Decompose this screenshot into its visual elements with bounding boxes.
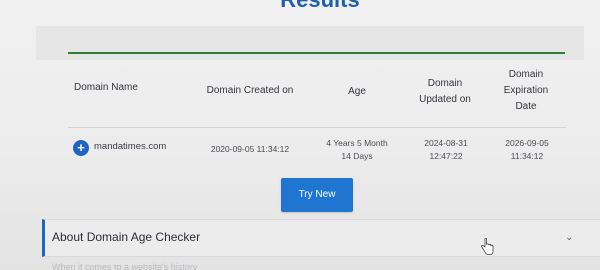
domain-name-cell[interactable]: mandatimes.com — [94, 141, 166, 153]
cell-age-line1: 4 Years 5 Month — [326, 138, 388, 148]
header-expiration-line2: Expiration — [503, 85, 549, 96]
header-expiration-date: Domain Expiration Date — [490, 67, 562, 115]
header-expiration-line1: Domain — [508, 69, 544, 80]
cell-expiration-line2: 11:34:12 — [510, 151, 544, 161]
cell-updated: 2024-08-31 12:47:22 — [406, 137, 486, 163]
cell-updated-line2: 12:47:22 — [429, 151, 463, 161]
cell-expiration-line1: 2026-09-05 — [505, 138, 549, 148]
cell-age-line2: 14 Days — [341, 151, 373, 161]
chevron-down-icon[interactable]: ⌄ — [565, 232, 573, 244]
header-expiration-line3: Date — [515, 101, 537, 112]
header-row-separator — [68, 127, 566, 128]
results-heading: Results — [250, 0, 390, 12]
expand-row-button[interactable]: + — [73, 140, 89, 156]
header-created-on: Domain Created on — [206, 85, 294, 96]
results-table: Domain Name Domain Created on Age Domain… — [62, 54, 568, 174]
cell-updated-line1: 2024-08-31 — [424, 138, 468, 148]
header-updated-line2: Updated on — [419, 94, 471, 105]
header-domain-name: Domain Name — [74, 82, 138, 93]
header-updated-on: Domain Updated on — [404, 76, 486, 108]
hand-pointer-icon — [481, 238, 494, 255]
header-updated-line1: Domain — [427, 78, 463, 89]
header-age: Age — [348, 86, 366, 97]
try-new-button[interactable]: Try New — [281, 178, 353, 212]
cell-expiration: 2026-09-05 11:34:12 — [492, 137, 562, 163]
cell-created: 2020-09-05 11:34:12 — [210, 144, 290, 154]
about-intro-text: When it comes to a website's history — [52, 262, 198, 270]
cell-age: 4 Years 5 Month 14 Days — [318, 137, 396, 163]
about-title: About Domain Age Checker — [52, 230, 201, 244]
